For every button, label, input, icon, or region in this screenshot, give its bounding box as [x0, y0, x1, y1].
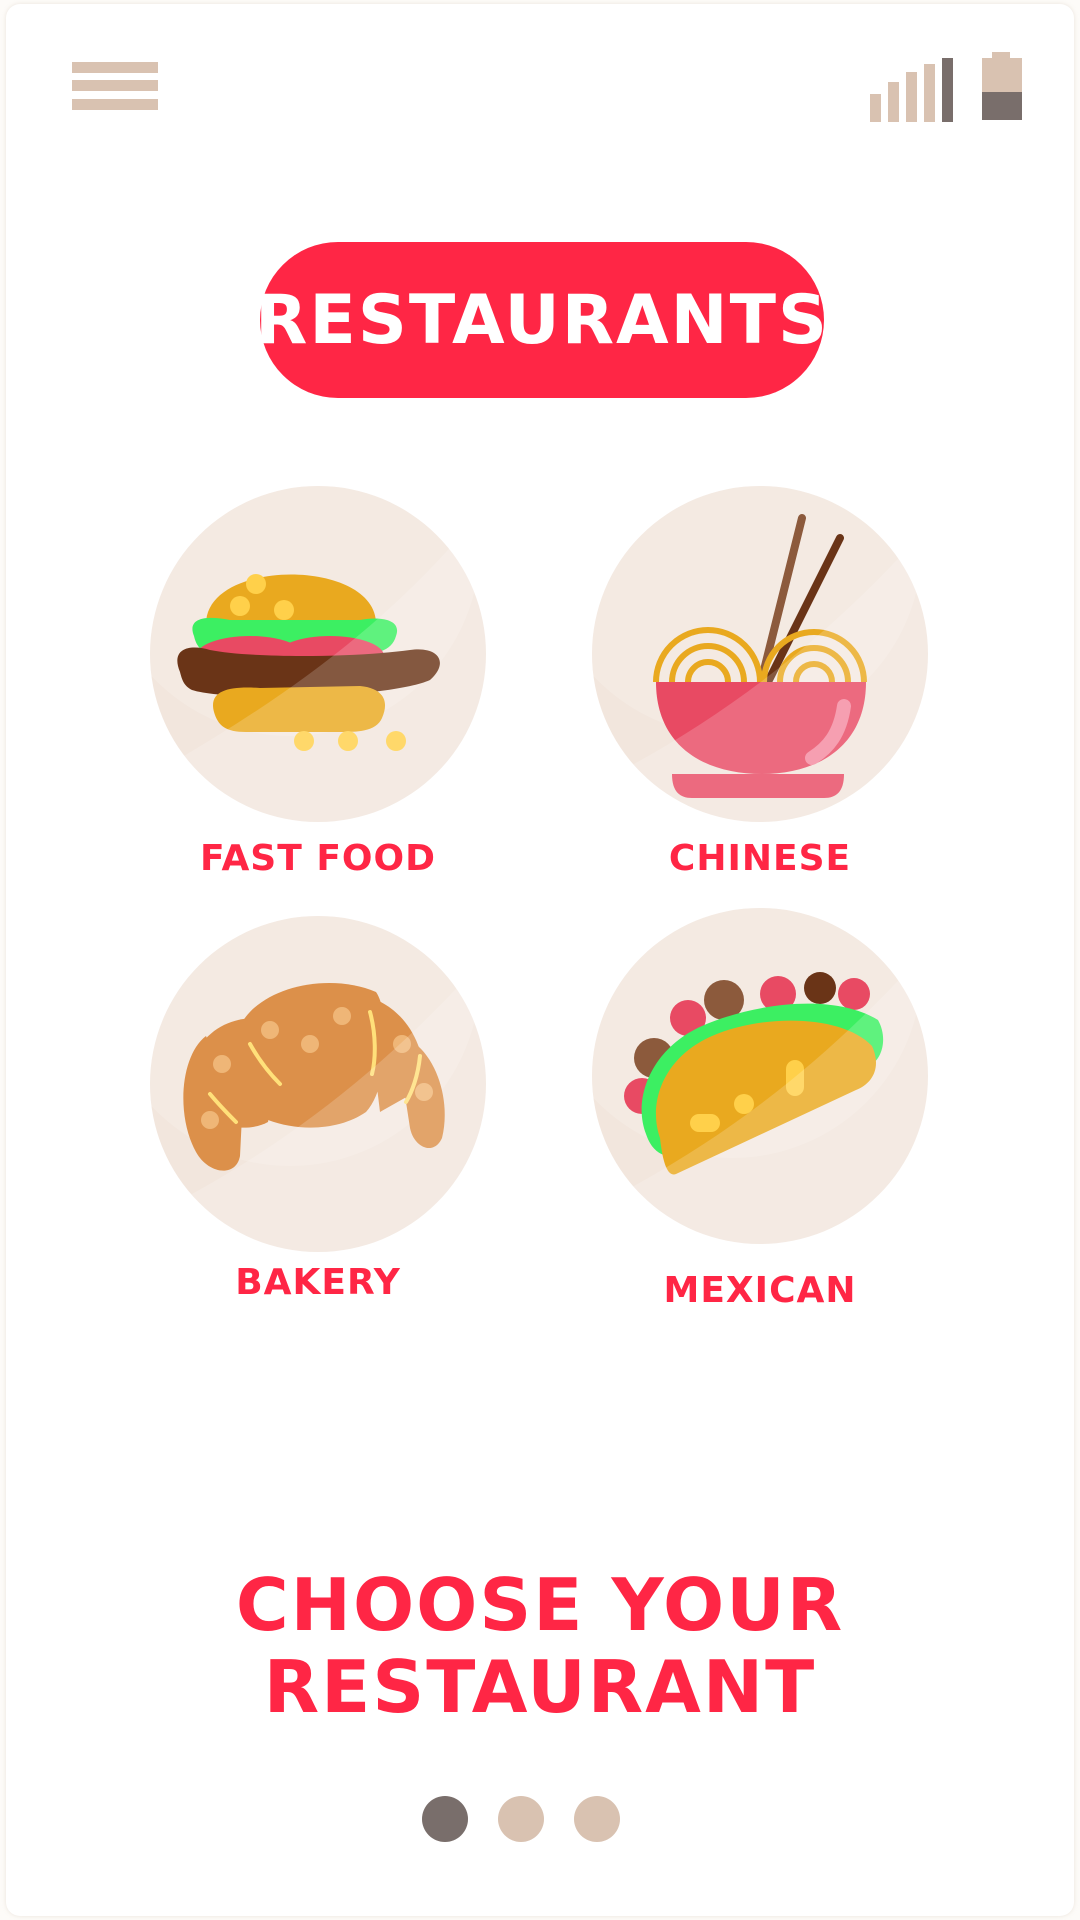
- pagination-dots: [422, 1796, 642, 1842]
- category-label: MEXICAN: [663, 1270, 857, 1311]
- noodle-bowl-icon: [592, 514, 928, 822]
- headline-line-1: CHOOSE YOUR: [235, 1563, 845, 1647]
- pagination-dot-3[interactable]: [574, 1796, 620, 1842]
- page-title: RESTAURANTS: [255, 242, 827, 398]
- signal-bar: [942, 58, 953, 122]
- hamburger-menu-icon[interactable]: [66, 56, 158, 120]
- app-screen: RESTAURANTS FAST FOOD CHINESE BAKERY MEX…: [6, 4, 1074, 1916]
- pagination-dot-1[interactable]: [422, 1796, 468, 1842]
- signal-bar: [906, 72, 917, 122]
- category-label: BAKERY: [235, 1262, 401, 1303]
- pagination-dot-2[interactable]: [498, 1796, 544, 1842]
- signal-bar: [924, 64, 935, 122]
- battery-level: [982, 92, 1022, 120]
- signal-bar: [870, 94, 881, 122]
- signal-strength-icon: [870, 52, 958, 122]
- page-title-text: RESTAURANTS: [255, 280, 829, 360]
- burger-icon: [150, 506, 486, 822]
- croissant-icon: [150, 956, 486, 1252]
- headline: CHOOSE YOUR RESTAURANT: [6, 1564, 1074, 1728]
- battery-icon: [978, 50, 1024, 122]
- headline-line-2: RESTAURANT: [263, 1645, 817, 1729]
- taco-icon: [592, 948, 928, 1244]
- signal-bar: [888, 82, 899, 122]
- category-label: CHINESE: [668, 838, 852, 879]
- category-label: FAST FOOD: [199, 838, 437, 879]
